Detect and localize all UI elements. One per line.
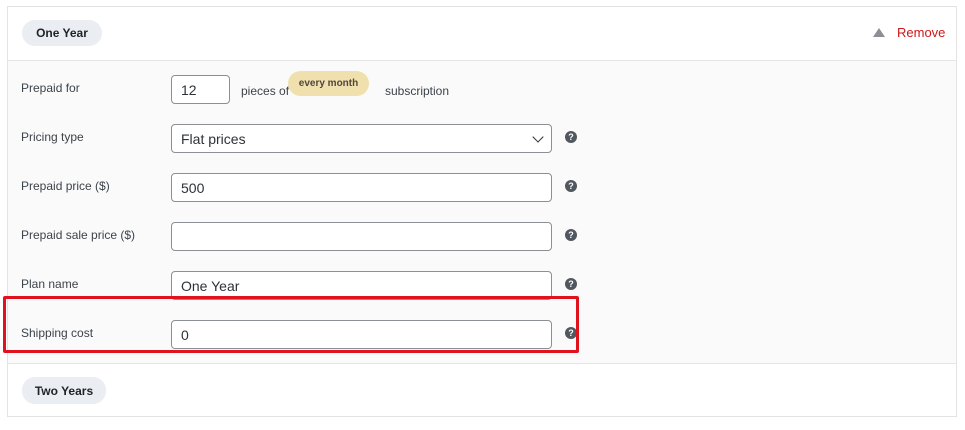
pricing-type-label: Pricing type	[21, 130, 84, 144]
plan-title-two-years[interactable]: Two Years	[22, 377, 106, 404]
help-icon[interactable]: ?	[565, 180, 577, 192]
plan-panel: One Year Remove Prepaid for 12 pieces of…	[7, 6, 957, 417]
subscription-text: subscription	[385, 84, 450, 98]
prepaid-price-input[interactable]: 500	[171, 173, 552, 202]
plan-name-label: Plan name	[21, 277, 79, 291]
prepaid-price-label: Prepaid price ($)	[21, 179, 110, 193]
remove-link[interactable]: Remove	[897, 25, 945, 40]
period-badge: every month	[288, 71, 369, 96]
prepaid-for-label: Prepaid for	[21, 81, 80, 95]
help-icon[interactable]: ?	[565, 131, 577, 143]
help-icon[interactable]: ?	[565, 229, 577, 241]
pricing-type-value: Flat prices	[181, 130, 246, 147]
pricing-type-select[interactable]: Flat prices	[171, 124, 552, 153]
plan-title-one-year[interactable]: One Year	[22, 20, 102, 46]
prepaid-for-input[interactable]: 12	[171, 75, 230, 104]
prepaid-sale-price-label: Prepaid sale price ($)	[21, 228, 136, 242]
help-icon[interactable]: ?	[565, 278, 577, 290]
shipping-cost-highlight	[3, 296, 579, 353]
plan-header: One Year Remove	[8, 7, 956, 61]
prepaid-sale-price-input[interactable]	[171, 222, 552, 251]
pieces-of-text: pieces of	[241, 84, 290, 98]
triangle-up-icon[interactable]	[873, 28, 885, 37]
chevron-down-icon	[532, 131, 544, 143]
